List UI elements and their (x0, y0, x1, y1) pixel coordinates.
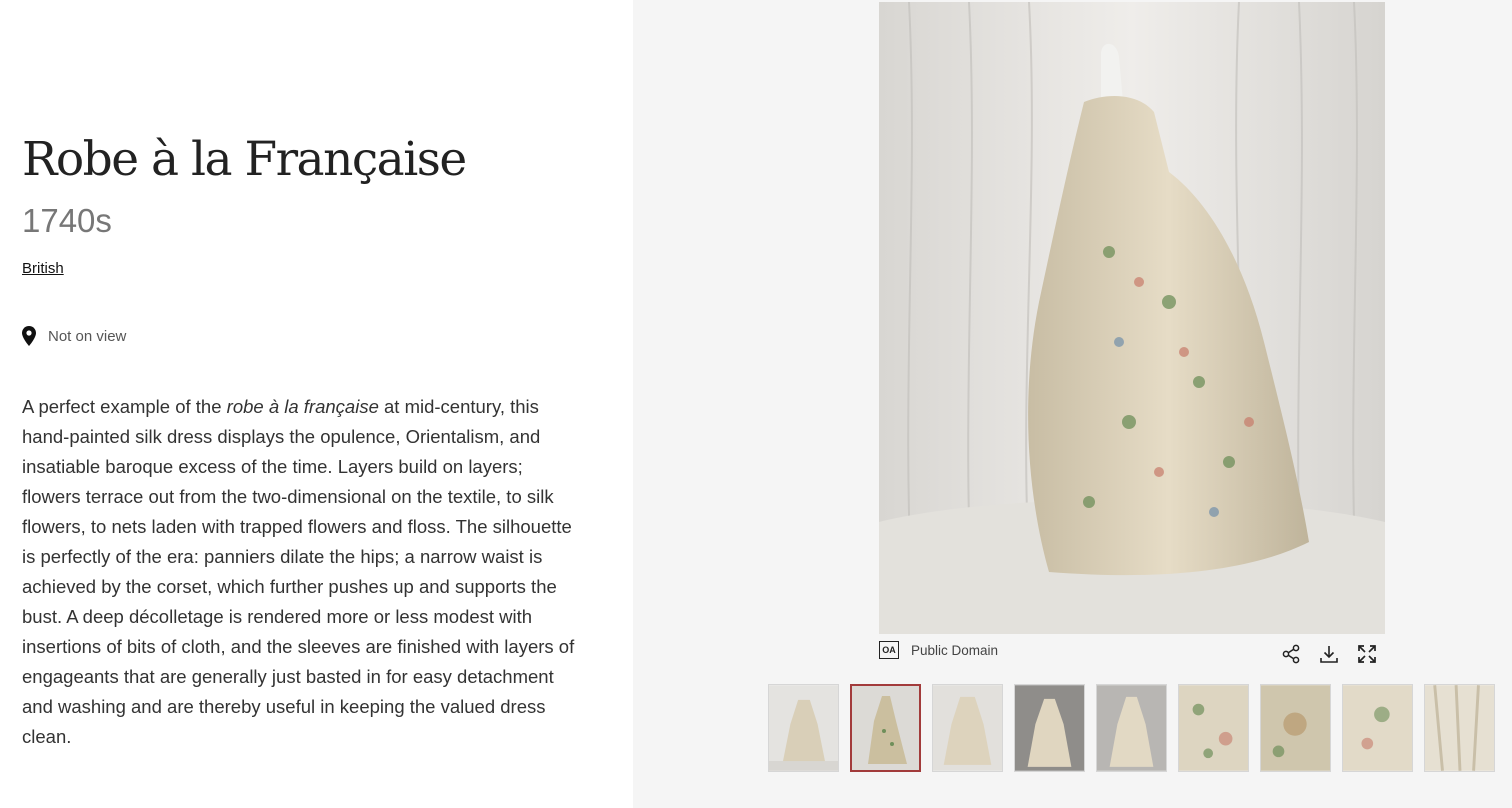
open-access-badge: OA (879, 641, 899, 659)
thumbnail-7[interactable] (1260, 684, 1331, 772)
thumbnail-1[interactable] (768, 684, 839, 772)
download-icon[interactable] (1318, 643, 1340, 665)
thumbnail-3[interactable] (932, 684, 1003, 772)
thumbnail-6[interactable] (1178, 684, 1249, 772)
object-title: Robe à la Française (22, 132, 467, 187)
thumbnail-4[interactable] (1014, 684, 1085, 772)
description-intro: A perfect example of the (22, 396, 227, 417)
thumbnail-5[interactable] (1096, 684, 1167, 772)
thumbnail-2[interactable] (850, 684, 921, 772)
location-status: Not on view (22, 326, 126, 346)
description-body: at mid-century, this hand-painted silk d… (22, 396, 575, 747)
location-text: Not on view (48, 327, 127, 345)
dress-photo (879, 2, 1385, 634)
object-description: A perfect example of the robe à la franç… (22, 392, 582, 752)
thumbnail-strip (768, 684, 1506, 772)
share-icon[interactable] (1280, 643, 1302, 665)
map-pin-icon (22, 326, 36, 346)
rights-info: OA Public Domain (879, 641, 998, 659)
description-italic-term: robe à la française (226, 396, 379, 417)
object-info-panel: Robe à la Française 1740s British Not on… (0, 0, 633, 808)
thumbnail-8[interactable] (1342, 684, 1413, 772)
object-date: 1740s (22, 202, 112, 239)
rights-label: Public Domain (911, 642, 999, 658)
thumbnail-9[interactable] (1424, 684, 1495, 772)
fullscreen-icon[interactable] (1356, 643, 1378, 665)
main-image[interactable] (879, 2, 1385, 634)
culture-link[interactable]: British (22, 260, 64, 277)
